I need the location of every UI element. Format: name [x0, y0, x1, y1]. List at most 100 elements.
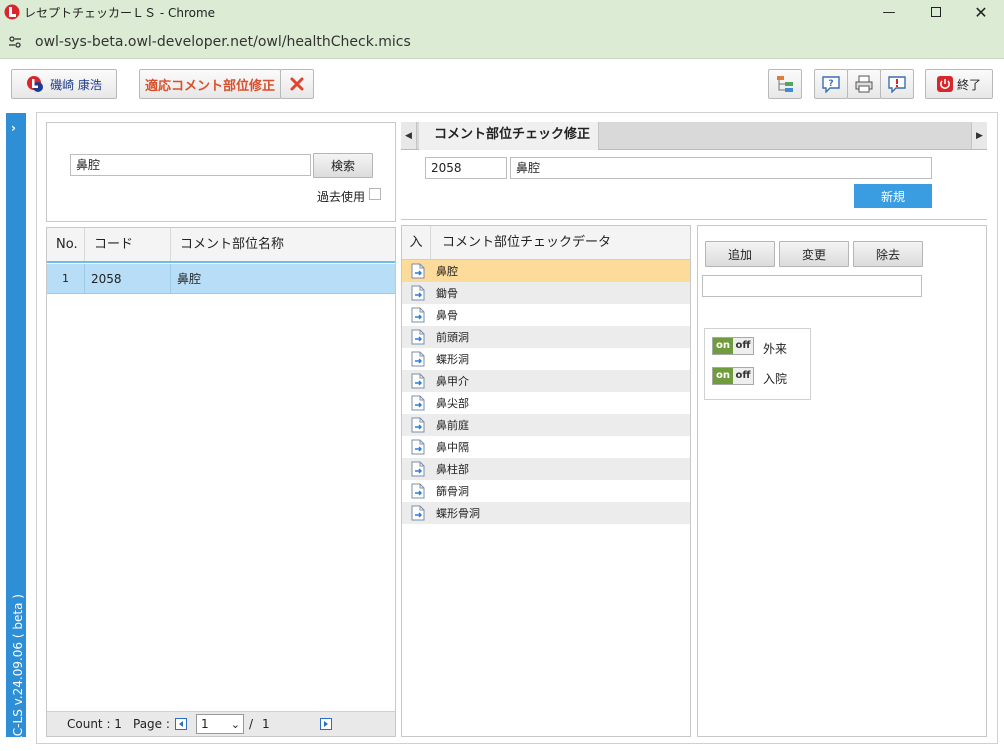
edit-panel: [697, 225, 987, 737]
search-button[interactable]: 検索: [313, 153, 373, 178]
list-item[interactable]: 蝶形骨洞: [402, 502, 690, 524]
maximize-button[interactable]: [913, 0, 959, 24]
column-header-code[interactable]: コード: [85, 228, 171, 261]
list-item[interactable]: 鋤骨: [402, 282, 690, 304]
list-item[interactable]: 篩骨洞: [402, 480, 690, 502]
change-button[interactable]: 変更: [779, 241, 849, 267]
code-field[interactable]: 2058: [425, 157, 507, 179]
help-button[interactable]: ?: [814, 69, 848, 99]
outpatient-label: 外来: [763, 342, 788, 356]
document-arrow-icon: [411, 373, 425, 389]
inpatient-toggle[interactable]: on off: [712, 367, 754, 385]
edit-input[interactable]: [702, 275, 922, 297]
list-item[interactable]: 鼻前庭: [402, 414, 690, 436]
count-label: Count : 1: [67, 717, 122, 731]
next-page-icon[interactable]: [320, 718, 332, 730]
list-item[interactable]: 蝶形洞: [402, 348, 690, 370]
list-item-label: 蝶形骨洞: [436, 507, 480, 520]
list-item-label: 鋤骨: [436, 287, 458, 300]
column-header-in[interactable]: 入: [402, 226, 431, 259]
remove-button[interactable]: 除去: [853, 241, 923, 267]
svg-text:?: ?: [828, 79, 833, 89]
notice-button[interactable]: [880, 69, 914, 99]
prev-page-icon[interactable]: [175, 718, 187, 730]
document-arrow-icon: [411, 329, 425, 345]
toggle-off-label: off: [735, 370, 751, 381]
column-header-name[interactable]: コメント部位名称: [171, 228, 395, 261]
outpatient-toggle[interactable]: on off: [712, 337, 754, 355]
printer-icon: [855, 75, 873, 93]
list-item[interactable]: 鼻中隔: [402, 436, 690, 458]
list-item[interactable]: 鼻甲介: [402, 370, 690, 392]
list-item[interactable]: 鼻柱部: [402, 458, 690, 480]
document-arrow-icon: [411, 351, 425, 367]
document-arrow-icon: [411, 461, 425, 477]
list-item-label: 鼻骨: [436, 309, 458, 322]
list-item[interactable]: 前頭洞: [402, 326, 690, 348]
browser-title-bar: レセプトチェッカーＬＳ - Chrome — ✕: [0, 0, 1004, 24]
list-item-label: 鼻柱部: [436, 463, 469, 476]
toggle-on-label: on: [713, 368, 733, 384]
site-settings-icon[interactable]: [8, 35, 22, 49]
user-button[interactable]: 磯崎 康浩: [11, 69, 117, 99]
tab-bar: ◀ コメント部位チェック修正 ▶: [401, 122, 987, 150]
app-logo-icon: [4, 4, 20, 20]
document-arrow-icon: [411, 505, 425, 521]
page-total: 1: [262, 717, 270, 731]
document-arrow-icon: [411, 439, 425, 455]
list-item[interactable]: 鼻尖部: [402, 392, 690, 414]
power-icon: [936, 76, 953, 92]
list-item[interactable]: 鼻腔: [402, 260, 690, 282]
list-item[interactable]: 鼻骨: [402, 304, 690, 326]
exit-button[interactable]: 終了: [925, 69, 993, 99]
check-data-header: 入 コメント部位チェックデータ: [402, 226, 690, 260]
window-title: レセプトチェッカーＬＳ - Chrome: [24, 6, 216, 20]
name-field[interactable]: 鼻腔: [510, 157, 932, 179]
chevron-right-icon[interactable]: ›: [11, 121, 16, 135]
side-menu-bar[interactable]: › RC-LS v.24.09.06 ( beta ): [6, 113, 26, 744]
page-label: Page :: [133, 717, 170, 731]
table-row[interactable]: 1 2058 鼻腔: [47, 264, 395, 294]
tab-comment-check-edit[interactable]: コメント部位チェック修正: [419, 122, 599, 150]
result-list-panel: [46, 227, 396, 737]
column-header-no[interactable]: No.: [47, 228, 85, 261]
list-item-label: 前頭洞: [436, 331, 469, 344]
past-use-checkbox[interactable]: [369, 188, 381, 200]
toggle-off-label: off: [735, 340, 751, 351]
close-window-button[interactable]: ✕: [958, 0, 1004, 24]
minimize-button[interactable]: —: [866, 0, 912, 24]
search-input[interactable]: 鼻腔: [70, 154, 311, 176]
screen-name-label: 適応コメント部位修正: [139, 69, 281, 99]
chevron-down-icon: ⌄: [230, 718, 240, 731]
url-field[interactable]: owl-sys-beta.owl-developer.net/owl/healt…: [35, 34, 411, 50]
add-button[interactable]: 追加: [705, 241, 775, 267]
list-item-label: 鼻中隔: [436, 441, 469, 454]
list-item-label: 鼻甲介: [436, 375, 469, 388]
inpatient-label: 入院: [763, 372, 788, 386]
result-list-header: No. コード コメント部位名称: [47, 228, 395, 263]
document-arrow-icon: [411, 263, 425, 279]
page-select-value: 1: [201, 717, 209, 731]
page-select[interactable]: 1 ⌄: [196, 714, 244, 734]
document-arrow-icon: [411, 307, 425, 323]
print-button[interactable]: [847, 69, 881, 99]
close-icon: [290, 77, 304, 91]
row-name: 鼻腔: [177, 272, 202, 286]
new-button[interactable]: 新規: [854, 184, 932, 208]
menu-tree-button[interactable]: [768, 69, 802, 99]
address-bar: owl-sys-beta.owl-developer.net/owl/healt…: [0, 24, 1004, 59]
user-logo-icon: [27, 76, 44, 92]
tree-list-icon: [777, 76, 793, 92]
column-header-check-data[interactable]: コメント部位チェックデータ: [442, 226, 611, 259]
document-arrow-icon: [411, 285, 425, 301]
past-use-label: 過去使用: [317, 190, 366, 204]
tab-scroll-left-icon[interactable]: ◀: [401, 122, 417, 149]
toggle-on-label: on: [713, 338, 733, 354]
maximize-icon: [931, 7, 941, 17]
document-arrow-icon: [411, 417, 425, 433]
pager: Count : 1 Page : 1 ⌄ / 1: [47, 711, 395, 736]
page-separator: /: [249, 717, 254, 731]
document-arrow-icon: [411, 483, 425, 499]
close-screen-button[interactable]: [280, 69, 314, 99]
tab-scroll-right-icon[interactable]: ▶: [971, 122, 987, 149]
